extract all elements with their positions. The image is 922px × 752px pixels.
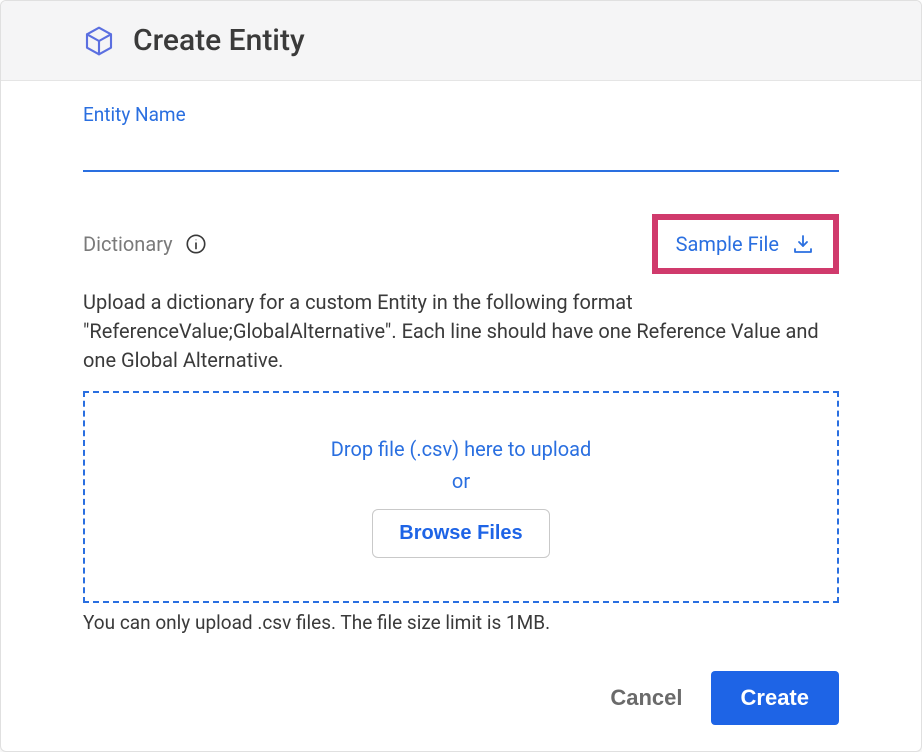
dictionary-row: Dictionary Sample File	[83, 214, 839, 274]
create-entity-dialog: Create Entity Entity Name Dictionary Sam…	[0, 0, 922, 752]
cancel-button[interactable]: Cancel	[610, 685, 682, 711]
sample-file-highlight: Sample File	[652, 214, 839, 274]
entity-name-label: Entity Name	[83, 103, 839, 126]
info-icon[interactable]	[185, 233, 207, 255]
dialog-footer: Cancel Create	[610, 671, 839, 725]
dropzone-or: or	[452, 469, 470, 493]
file-dropzone[interactable]: Drop file (.csv) here to upload or Brows…	[83, 391, 839, 603]
create-button[interactable]: Create	[711, 671, 839, 725]
browse-files-button[interactable]: Browse Files	[372, 509, 549, 558]
cube-icon	[83, 25, 115, 57]
sample-file-label: Sample File	[676, 232, 779, 256]
dictionary-description: Upload a dictionary for a custom Entity …	[83, 288, 839, 375]
download-icon	[791, 232, 815, 256]
dictionary-label-group: Dictionary	[83, 232, 207, 256]
dialog-body: Entity Name Dictionary Sample File	[1, 81, 921, 634]
entity-name-input[interactable]	[83, 132, 839, 172]
dialog-header: Create Entity	[1, 1, 921, 81]
sample-file-link[interactable]: Sample File	[676, 232, 815, 256]
dropzone-text: Drop file (.csv) here to upload	[331, 437, 592, 461]
dialog-title: Create Entity	[133, 23, 305, 58]
upload-hint: You can only upload .csv files. The file…	[83, 611, 839, 634]
dictionary-label: Dictionary	[83, 232, 173, 256]
